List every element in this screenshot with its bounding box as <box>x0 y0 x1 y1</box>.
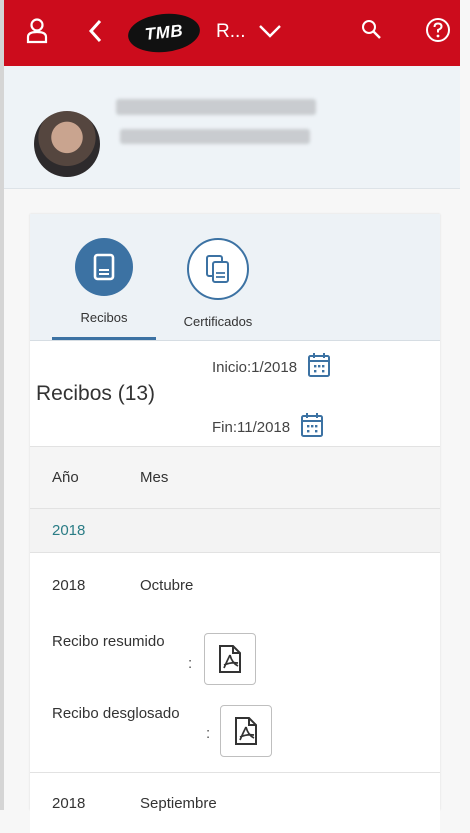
row-year: 2018 <box>52 577 86 594</box>
table-row[interactable]: 2018 Septiembre <box>30 772 440 833</box>
tab-label: Recibos <box>80 310 128 325</box>
column-month[interactable]: Mes <box>140 469 168 486</box>
table-row[interactable]: 2018 Octubre Recibo resumido : Recibo de… <box>30 552 440 773</box>
row-year: 2018 <box>52 795 86 812</box>
start-date-label: Inicio:1/2018 <box>212 359 298 376</box>
end-date-label: Fin:11/2018 <box>212 419 291 436</box>
end-date: Fin:11/2018 <box>212 412 324 443</box>
chevron-down-icon[interactable] <box>258 23 282 44</box>
group-label: 2018 <box>52 522 86 539</box>
tab-label: Certificados <box>183 314 253 329</box>
tab-recibos[interactable]: Recibos <box>44 238 164 325</box>
user-icon[interactable] <box>26 18 48 44</box>
tab-bar: Recibos Certificados <box>30 214 440 341</box>
pdf-icon <box>235 717 257 745</box>
help-icon[interactable] <box>424 16 452 44</box>
selected-tab-indicator <box>52 337 156 340</box>
receipts-card: Recibos Certificados Recibos (13) Inicio… <box>30 214 440 833</box>
user-name-blurred <box>116 99 316 115</box>
user-id-blurred <box>120 129 310 144</box>
app-header-bar: TMB R... <box>4 0 460 66</box>
group-header[interactable]: 2018 <box>30 508 440 553</box>
avatar <box>34 111 100 177</box>
pdf-icon <box>219 645 241 673</box>
search-icon[interactable] <box>360 18 384 42</box>
tab-certificados[interactable]: Certificados <box>158 238 278 329</box>
recibo-resumido-label: Recibo resumido <box>52 633 165 650</box>
app-title[interactable]: R... <box>216 21 246 43</box>
document-icon <box>75 238 133 296</box>
documents-icon <box>187 238 249 300</box>
recibo-desglosado-label: Recibo desglosado <box>52 705 180 722</box>
row-month: Octubre <box>140 577 194 594</box>
profile-header <box>4 66 460 189</box>
pdf-download-button[interactable] <box>204 633 256 685</box>
tmb-logo: TMB <box>126 10 202 56</box>
calendar-icon[interactable] <box>307 352 331 383</box>
table-header: Año Mes <box>30 446 440 509</box>
logo-text: TMB <box>143 21 184 44</box>
separator: : <box>206 725 211 742</box>
back-icon[interactable] <box>88 18 104 44</box>
pdf-download-button[interactable] <box>220 705 272 757</box>
section-title: Recibos (13) <box>36 382 156 405</box>
start-date: Inicio:1/2018 <box>212 352 331 383</box>
separator: : <box>188 655 193 672</box>
row-month: Septiembre <box>140 795 217 812</box>
calendar-icon[interactable] <box>300 412 324 443</box>
column-year[interactable]: Año <box>52 469 79 486</box>
